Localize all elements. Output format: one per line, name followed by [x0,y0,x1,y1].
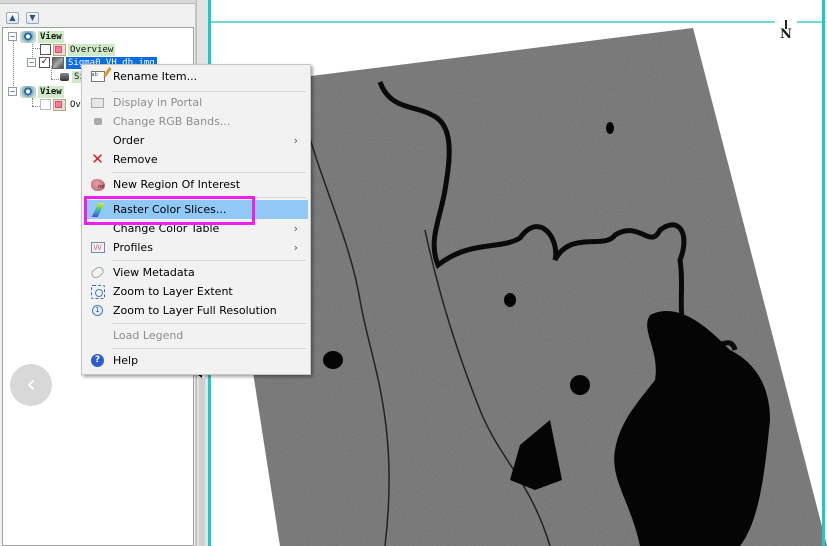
envi-workspace: ▲ ▼ − View Overview − ✓ Sigma0_VH_db.img… [0,0,827,546]
display-frame-top [211,21,823,23]
menu-item-profiles[interactable]: \/\/ Profiles › [84,238,308,257]
north-arrow-icon: N [775,18,797,48]
annotation-highlight-box [84,196,255,225]
menu-item-label: View Metadata [113,266,195,279]
view-label: View [38,85,64,98]
band-icon [60,72,69,81]
menu-separator [112,172,306,173]
zoom-full-resolution-icon: 1 [92,305,103,316]
menu-item-label: Change RGB Bands... [113,115,231,128]
tree-item-view[interactable]: − View [8,85,64,98]
tree-connector [32,98,33,106]
menu-item-display-in-portal[interactable]: Display in Portal [84,93,308,112]
menu-separator [112,260,306,261]
profiles-icon: \/\/ [90,242,105,253]
portal-icon [91,97,104,108]
view-icon [20,30,36,43]
collapse-toggle[interactable]: − [27,58,36,67]
north-arrow-label: N [780,27,792,42]
menu-item-zoom-to-layer-full-resolution[interactable]: 1 Zoom to Layer Full Resolution [84,301,308,320]
collapse-toggle[interactable]: − [8,87,17,96]
submenu-arrow-icon: › [293,241,298,254]
overview-icon [53,98,66,111]
layer-visibility-checkbox[interactable]: ✓ [39,57,50,68]
lake [606,122,614,134]
menu-separator [112,323,306,324]
overview-visibility-checkbox[interactable] [40,44,51,55]
tree-item-view[interactable]: − View [8,30,64,43]
lake [323,351,343,369]
rename-icon: ab [90,71,105,82]
menu-item-label: Rename Item... [113,70,198,83]
menu-item-view-metadata[interactable]: View Metadata [84,263,308,282]
move-layer-up-button[interactable]: ▲ [6,12,19,24]
arrow-up-icon: ▲ [9,13,16,22]
menu-separator [112,91,306,92]
submenu-arrow-icon: › [293,134,298,147]
tree-connector [51,79,59,80]
lake [504,293,516,307]
help-icon: ? [91,354,104,367]
chevron-left-icon: ‹ [26,370,36,398]
menu-item-label: Remove [113,153,158,166]
lake [570,375,590,395]
zoom-extent-icon [90,284,105,299]
menu-item-load-legend[interactable]: Load Legend [84,326,308,345]
menu-item-label: Help [113,354,139,367]
menu-item-change-rgb-bands[interactable]: Change RGB Bands... [84,112,308,131]
overview-visibility-checkbox[interactable] [40,99,51,110]
panel-titlebar [0,0,196,4]
menu-item-label: Order [113,134,145,147]
scrollbar-thumb[interactable] [199,378,205,546]
tree-item-overview[interactable]: Ov [40,98,83,111]
arrow-down-icon: ▼ [29,13,36,22]
menu-item-remove[interactable]: ✕ Remove [84,150,308,169]
menu-item-label: Zoom to Layer Extent [113,285,233,298]
menu-item-label: Display in Portal [113,96,203,109]
overview-icon [53,43,66,56]
menu-item-label: Load Legend [113,329,184,342]
menu-item-label: New Region Of Interest [113,178,241,191]
menu-item-label: Zoom to Layer Full Resolution [113,304,277,317]
view-icon [20,85,36,98]
submenu-arrow-icon: › [293,222,298,235]
menu-item-help[interactable]: ? Help [84,351,308,370]
menu-item-new-region-of-interest[interactable]: roi New Region Of Interest [84,175,308,194]
metadata-icon [89,265,106,280]
rgb-bands-icon [93,118,102,125]
remove-icon: ✕ [91,150,104,168]
menu-item-order[interactable]: Order › [84,131,308,150]
collapse-toggle[interactable]: − [8,32,17,41]
roi-icon: roi [90,178,105,191]
menu-separator [112,348,306,349]
move-layer-down-button[interactable]: ▼ [26,12,39,24]
menu-item-label: Profiles [113,241,153,254]
raster-layer-icon [52,56,64,69]
display-frame-right [822,0,825,546]
view-label: View [38,30,64,43]
tree-item-overview[interactable]: Overview [40,43,116,56]
menu-item-zoom-to-layer-extent[interactable]: Zoom to Layer Extent [84,282,308,301]
layer-toolbar: ▲ ▼ [0,5,196,27]
back-navigation-button[interactable]: ‹ [10,364,52,406]
menu-item-rename-item[interactable]: ab Rename Item... [84,67,308,86]
overview-label: Overview [68,43,116,56]
